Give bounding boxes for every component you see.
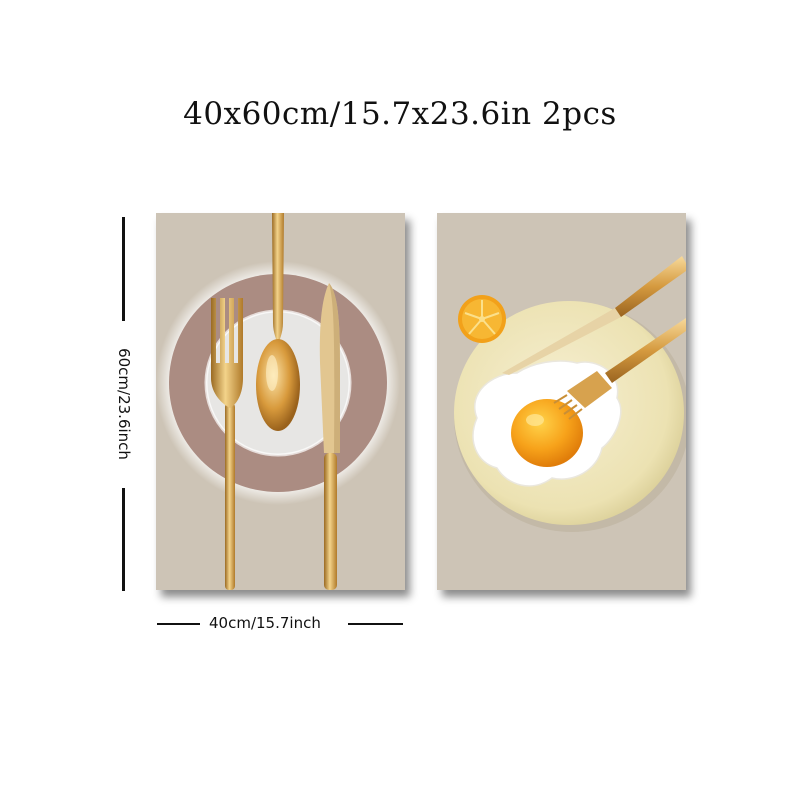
egg-artwork <box>437 213 686 590</box>
canvas-panel-cutlery <box>156 213 405 590</box>
width-dimension-line-left <box>157 623 200 625</box>
canvas-panel-fried-egg <box>437 213 686 590</box>
width-label: 40cm/15.7inch <box>209 614 321 632</box>
width-dimension-line-right <box>348 623 403 625</box>
height-label: 60cm/23.6inch <box>115 348 133 460</box>
size-title: 40x60cm/15.7x23.6in 2pcs <box>183 96 617 132</box>
cutlery-artwork <box>156 213 405 590</box>
lemon-slice-icon <box>458 295 506 343</box>
height-dimension-line-bottom <box>122 488 125 591</box>
height-dimension-line-top <box>122 217 125 321</box>
